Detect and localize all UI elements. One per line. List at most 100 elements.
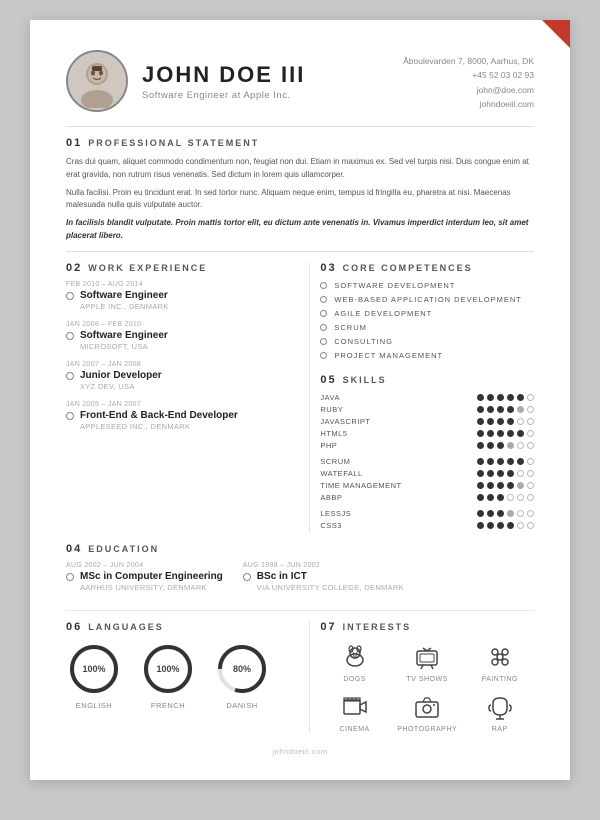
dot-filled: [507, 406, 514, 413]
dot-filled: [477, 470, 484, 477]
skill-row: JAVA: [320, 393, 534, 402]
dot-empty: [507, 494, 514, 501]
work-item: FEB 2010 – AUG 2014 Software Engineer AP…: [66, 281, 291, 311]
languages-col: 06 LANGUAGES 100% ENGLISH 100% FRENCH: [66, 621, 309, 733]
avatar: [66, 50, 128, 112]
dot-half: [517, 406, 524, 413]
work-date: JAN 2007 – JAN 2008: [66, 361, 291, 368]
dot-empty: [517, 418, 524, 425]
footer-website: johndoeiii.com: [273, 747, 328, 756]
dot-filled: [477, 442, 484, 449]
competence-item: SCRUM: [320, 323, 534, 332]
footer: johndoeiii.com: [66, 747, 534, 756]
skill-dots: [477, 470, 534, 477]
work-item: JAN 2007 – JAN 2008 Junior Developer XYZ…: [66, 361, 291, 391]
skill-row: LESSJS: [320, 509, 534, 518]
language-circle-wrap: 100% FRENCH: [140, 641, 196, 710]
competence-label: CONSULTING: [334, 337, 393, 346]
professional-statement-section: 01 PROFESSIONAL STATEMENT Cras dui quam,…: [66, 137, 534, 243]
dot-filled: [507, 418, 514, 425]
dot-empty: [527, 522, 534, 529]
skill-dots: [477, 494, 534, 501]
competence-label: PROJECT MANAGEMENT: [334, 351, 443, 360]
core-competences-col: 03 CORE COMPETENCES SOFTWARE DEVELOPMENT…: [309, 262, 534, 533]
interest-label: PAINTING: [481, 676, 518, 683]
interest-icon-dogs: [339, 641, 371, 673]
interest-item: CINEMA: [320, 691, 389, 733]
dot-empty: [527, 510, 534, 517]
dot-filled: [487, 510, 494, 517]
dot-filled: [497, 394, 504, 401]
dot-empty: [527, 430, 534, 437]
bullet-circle: [66, 292, 74, 300]
interests-col: 07 INTERESTS DOGS TV SHOWS: [309, 621, 534, 733]
dot-filled: [497, 522, 504, 529]
dot-empty: [517, 470, 524, 477]
dot-filled: [497, 430, 504, 437]
language-circle-wrap: 80% DANISH: [214, 641, 270, 710]
dot-empty: [517, 522, 524, 529]
work-company: APPLESEED INC., DENMARK: [80, 422, 291, 431]
skill-row: TIME MANAGEMENT: [320, 481, 534, 490]
dot-filled: [477, 458, 484, 465]
dot-filled: [487, 458, 494, 465]
work-job-title: Front-End & Back-End Developer: [80, 409, 238, 422]
dot-half: [507, 510, 514, 517]
competence-label: SOFTWARE DEVELOPMENT: [334, 281, 455, 290]
dot-filled: [477, 430, 484, 437]
education-item: AUG 2002 – JUN 2004 MSc in Computer Engi…: [66, 562, 223, 592]
bullet-circle: [320, 310, 327, 317]
header-left: JOHN DOE III Software Engineer at Apple …: [66, 50, 305, 112]
interests-title: 07 INTERESTS: [320, 621, 534, 633]
competence-item: PROJECT MANAGEMENT: [320, 351, 534, 360]
bottom-section: 06 LANGUAGES 100% ENGLISH 100% FRENCH: [66, 610, 534, 733]
dot-filled: [507, 482, 514, 489]
language-circles: 100% ENGLISH 100% FRENCH 80% DANISH: [66, 641, 291, 710]
competence-item: CONSULTING: [320, 337, 534, 346]
dot-half: [507, 442, 514, 449]
skill-dots: [477, 418, 534, 425]
bullet-circle: [320, 296, 327, 303]
interest-item: PAINTING: [465, 641, 534, 683]
dot-filled: [477, 418, 484, 425]
interest-icon-rap: [484, 691, 516, 723]
competences-list: SOFTWARE DEVELOPMENT WEB-BASED APPLICATI…: [320, 281, 534, 360]
lang-circle: 100%: [66, 641, 122, 697]
lang-name: FRENCH: [151, 701, 185, 710]
work-company: MICROSOFT, USA: [80, 342, 291, 351]
dot-filled: [507, 430, 514, 437]
language-circle-wrap: 100% ENGLISH: [66, 641, 122, 710]
interest-item: RAP: [465, 691, 534, 733]
skill-row: ABBP: [320, 493, 534, 502]
dot-filled: [497, 418, 504, 425]
education-items: AUG 2002 – JUN 2004 MSc in Computer Engi…: [66, 562, 534, 600]
edu-school: VIA UNIVERSITY COLLEGE, DENMARK: [257, 583, 404, 592]
dot-filled: [487, 406, 494, 413]
dot-empty: [517, 442, 524, 449]
work-date: JAN 2005 – JAN 2007: [66, 401, 291, 408]
dot-filled: [477, 482, 484, 489]
skill-name: SCRUM: [320, 457, 410, 466]
dot-empty: [527, 406, 534, 413]
statement-divider: [66, 251, 534, 252]
competence-label: WEB-BASED APPLICATION DEVELOPMENT: [334, 295, 521, 304]
work-title: 02 WORK EXPERIENCE: [66, 262, 291, 274]
dot-filled: [497, 482, 504, 489]
statement-p2: Nulla facilisi. Proin eu tincidunt erat.…: [66, 187, 534, 213]
work-item: JAN 2008 – FEB 2010 Software Engineer MI…: [66, 321, 291, 351]
dot-filled: [487, 442, 494, 449]
lang-name: ENGLISH: [76, 701, 112, 710]
dot-empty: [517, 494, 524, 501]
dot-filled: [497, 494, 504, 501]
statement-title: 01 PROFESSIONAL STATEMENT: [66, 137, 534, 149]
edu-school: AARHUS UNIVERSITY, DENMARK: [80, 583, 223, 592]
email: john@doe.com: [403, 83, 534, 97]
dot-half: [517, 482, 524, 489]
header-divider: [66, 126, 534, 127]
competence-label: SCRUM: [334, 323, 367, 332]
dot-filled: [517, 458, 524, 465]
edu-date: AUG 2002 – JUN 2004: [66, 562, 223, 569]
competence-item: AGILE DEVELOPMENT: [320, 309, 534, 318]
work-company: XYZ DEV, USA: [80, 382, 291, 391]
bullet-circle: [66, 573, 74, 581]
